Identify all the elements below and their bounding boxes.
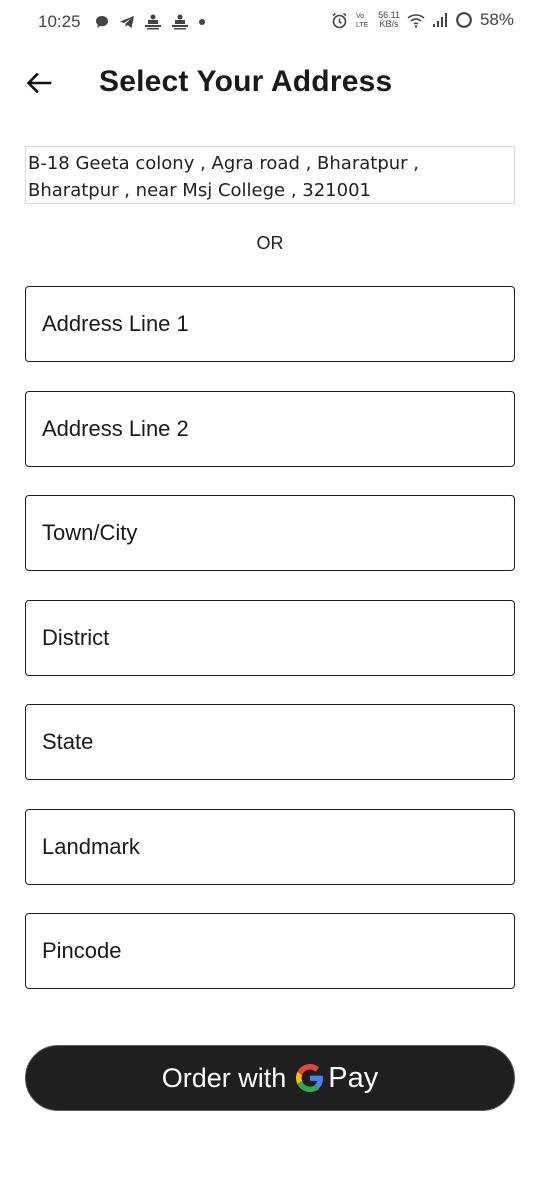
- signal-icon: [432, 13, 447, 27]
- back-button[interactable]: [22, 66, 56, 100]
- telegram-icon: [120, 16, 134, 28]
- status-bar: 10:25 Vo LTE 56.11 KB/s 58%: [0, 0, 540, 44]
- volte-icon: Vo LTE: [356, 13, 369, 29]
- pay-label: Pay: [328, 1061, 379, 1094]
- battery-percent: 58%: [479, 10, 514, 29]
- dot-icon: [199, 19, 205, 25]
- or-divider: OR: [256, 233, 284, 253]
- page-title: Select Your Address: [99, 65, 393, 98]
- header: Select Your Address: [0, 56, 540, 112]
- town-city-input[interactable]: [26, 496, 514, 570]
- state-field[interactable]: [25, 704, 515, 780]
- address-line-1-input[interactable]: [26, 287, 514, 361]
- net-speed: 56.11 KB/s: [378, 11, 400, 29]
- address-line-2-input[interactable]: [26, 392, 514, 466]
- saved-address-option[interactable]: B-18 Geeta colony , Agra road , Bharatpu…: [25, 146, 515, 204]
- pincode-input[interactable]: [26, 914, 514, 988]
- order-with-gpay-button[interactable]: Order with Pay: [25, 1045, 515, 1111]
- address-line-1-field[interactable]: [25, 286, 515, 362]
- chat-icon: [96, 16, 108, 28]
- status-time: 10:25: [38, 12, 81, 31]
- address-line-2-field[interactable]: [25, 391, 515, 467]
- net-speed-unit: KB/s: [379, 19, 399, 29]
- pincode-field[interactable]: [25, 913, 515, 989]
- alarm-icon: [332, 12, 347, 28]
- battery-icon: [456, 12, 472, 28]
- order-with-label: Order with: [161, 1062, 287, 1093]
- wifi-icon: [407, 14, 425, 28]
- svg-text:LTE: LTE: [356, 22, 369, 29]
- landmark-field[interactable]: [25, 809, 515, 885]
- district-field[interactable]: [25, 600, 515, 676]
- district-input[interactable]: [26, 601, 514, 675]
- google-pay-logo: Pay: [296, 1062, 378, 1095]
- notification-icon: [145, 14, 161, 30]
- state-input[interactable]: [26, 705, 514, 779]
- google-g-icon: [296, 1064, 324, 1092]
- status-left-icons: [94, 14, 206, 30]
- notification-icon: [172, 14, 188, 30]
- status-right: Vo LTE 56.11 KB/s 58%: [331, 10, 514, 30]
- arrow-left-icon: [26, 72, 52, 94]
- town-city-field[interactable]: [25, 495, 515, 571]
- landmark-input[interactable]: [26, 810, 514, 884]
- svg-text:Vo: Vo: [356, 13, 364, 20]
